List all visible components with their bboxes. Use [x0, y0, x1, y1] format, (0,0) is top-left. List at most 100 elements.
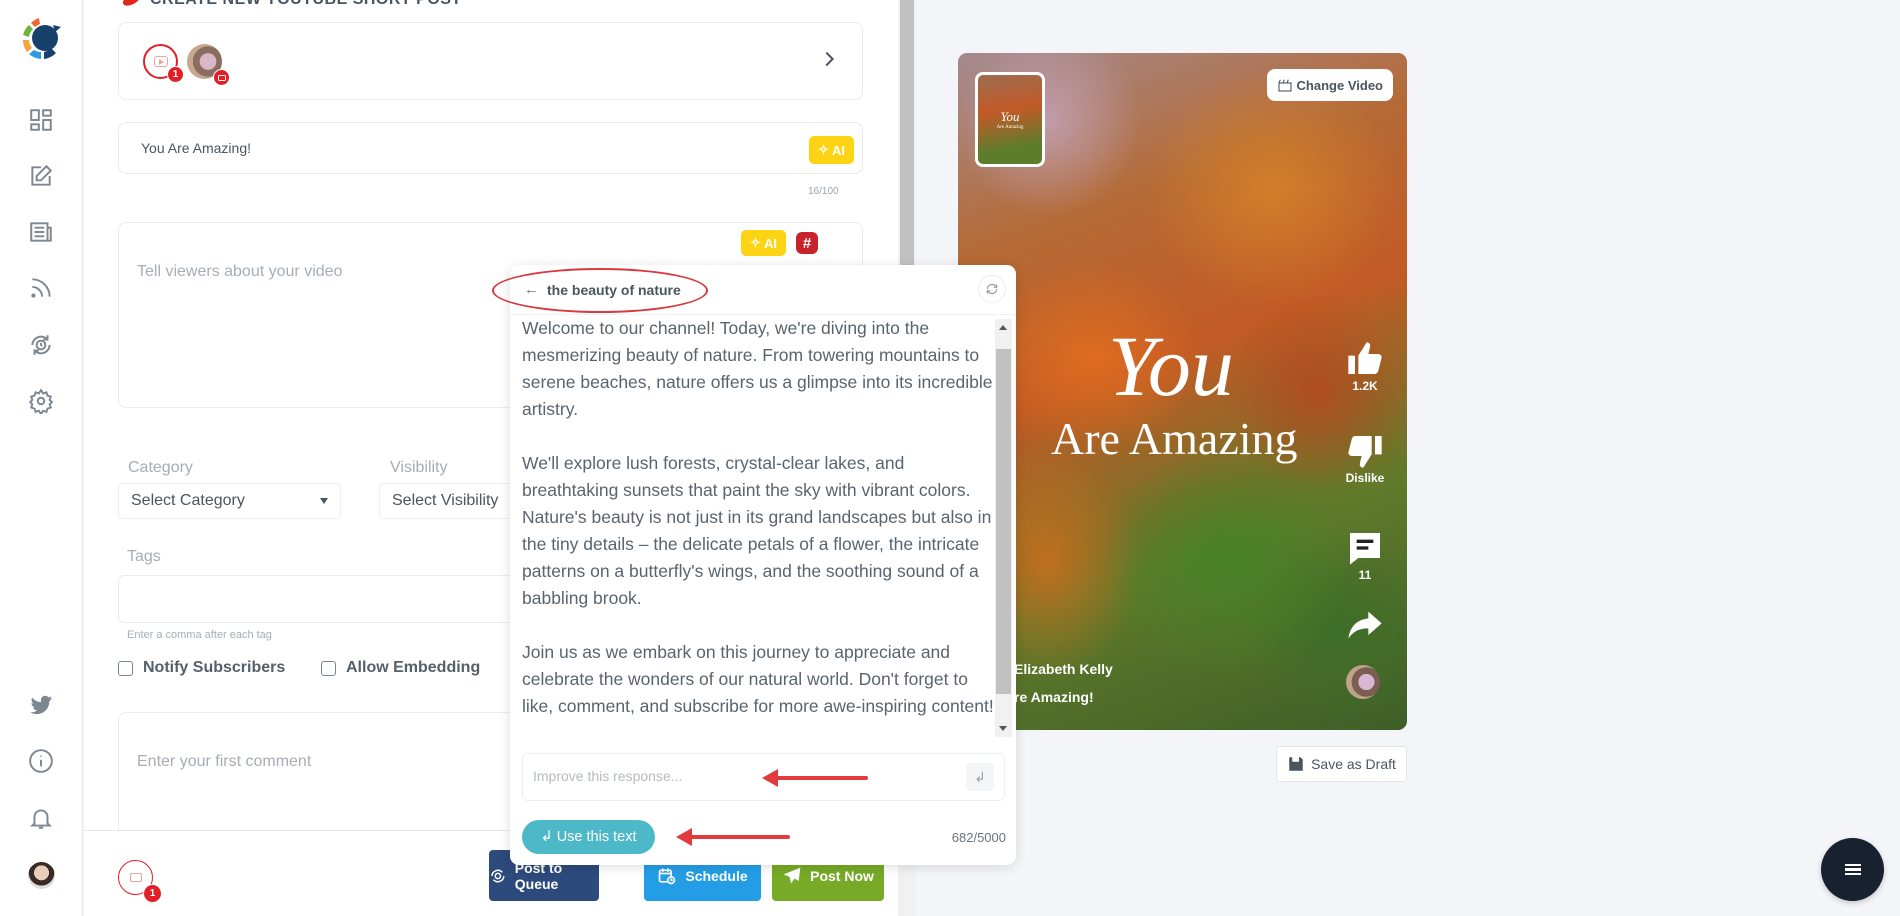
sidebar-item-twitter[interactable]: [26, 690, 56, 720]
popup-scrollbar[interactable]: [995, 319, 1012, 737]
tags-label: Tags: [127, 548, 161, 565]
ai-label: AI: [763, 235, 777, 251]
channel-name: Elizabeth Kelly: [1014, 661, 1113, 677]
allow-embedding-label: Allow Embedding: [346, 659, 481, 676]
paper-plane-icon: [783, 867, 801, 883]
thumbnail-line1: You: [1000, 109, 1020, 124]
description-ai-button[interactable]: ✧ AI: [741, 230, 786, 256]
submit-improve-button[interactable]: ↲: [966, 763, 994, 791]
youtube-badge-icon: [213, 69, 230, 86]
youtube-icon: [129, 873, 142, 882]
app-logo[interactable]: [17, 13, 65, 63]
dislike-label: Dislike: [1345, 471, 1385, 485]
overlay-title-line1: You: [1108, 318, 1234, 414]
like-action[interactable]: 1.2K: [1338, 339, 1392, 393]
video-caption: re Amazing!: [1014, 689, 1094, 705]
scroll-down-icon[interactable]: [999, 726, 1007, 731]
notify-subscribers-label: Notify Subscribers: [143, 659, 286, 676]
selected-count-badge: 1: [167, 66, 184, 83]
comment-icon: [1350, 533, 1380, 565]
sidebar-item-settings[interactable]: [26, 386, 56, 416]
sidebar: [0, 0, 83, 916]
youtube-account-group[interactable]: 1: [143, 44, 184, 83]
video-thumbnail[interactable]: You Are Amazing: [975, 72, 1045, 167]
topic-label: the beauty of nature: [547, 281, 681, 298]
caret-down-icon: [320, 498, 328, 504]
sparkle-icon: ✧: [750, 235, 761, 250]
checkbox-box[interactable]: [321, 660, 336, 676]
post-now-label: Post Now: [810, 867, 874, 884]
description-placeholder: Tell viewers about your video: [137, 263, 343, 280]
user-avatar[interactable]: [28, 862, 55, 889]
allow-embedding-checkbox[interactable]: Allow Embedding: [321, 659, 480, 677]
hamburger-icon: [1844, 862, 1861, 878]
generated-text[interactable]: Welcome to our channel! Today, we're div…: [522, 315, 997, 735]
first-comment-placeholder: Enter your first comment: [137, 753, 312, 770]
floppy-disk-icon: [1289, 757, 1303, 771]
hashtag-button[interactable]: #: [796, 232, 818, 254]
improve-response-field: ↲: [522, 753, 1005, 801]
thumbs-up-icon: [1348, 342, 1382, 374]
edit-icon: [31, 164, 53, 186]
twitter-icon: [30, 695, 52, 715]
sparkle-icon: ✧: [818, 142, 829, 157]
improve-response-input[interactable]: [533, 768, 933, 784]
generated-paragraph: Join us as we embark on this journey to …: [522, 642, 994, 716]
regenerate-button[interactable]: [978, 275, 1006, 303]
sidebar-item-schedule[interactable]: [26, 330, 56, 360]
category-label: Category: [128, 459, 193, 476]
save-as-draft-label: Save as Draft: [1311, 756, 1396, 772]
clock-sync-icon: [491, 869, 505, 882]
arrow-left-icon: ←: [524, 281, 539, 298]
title-char-counter: 16/100: [808, 186, 839, 197]
comment-count: 11: [1358, 568, 1372, 582]
sidebar-item-posts[interactable]: [26, 217, 56, 247]
clock-sync-icon: [31, 335, 51, 355]
sidebar-item-compose[interactable]: [26, 161, 56, 191]
chevron-right-icon[interactable]: [818, 48, 840, 70]
category-select[interactable]: Select Category: [118, 483, 341, 519]
info-icon: [29, 749, 53, 773]
short-preview: You Are Amazing Change Video You Are Ama…: [958, 53, 1407, 730]
visibility-label: Visibility: [390, 459, 448, 476]
title-input[interactable]: [141, 140, 721, 156]
bell-icon: [29, 809, 53, 829]
ai-label: AI: [831, 142, 845, 158]
visibility-value: Select Visibility: [392, 492, 499, 509]
share-icon: [1348, 611, 1382, 639]
checkbox-box[interactable]: [118, 660, 133, 676]
dashboard-icon: [30, 109, 52, 131]
enter-icon: ↲: [974, 768, 986, 785]
save-as-draft-button[interactable]: Save as Draft: [1276, 746, 1407, 782]
menu-fab-button[interactable]: [1821, 838, 1884, 901]
gear-icon: [28, 388, 54, 414]
account-avatar[interactable]: [187, 44, 230, 86]
scroll-up-icon[interactable]: [999, 325, 1007, 330]
popup-scrollbar-thumb[interactable]: [996, 349, 1011, 694]
clapperboard-icon: [1278, 79, 1292, 92]
use-this-text-button[interactable]: ↲ Use this text: [522, 820, 655, 854]
rss-icon: [31, 278, 51, 298]
queue-youtube-account[interactable]: 1: [118, 860, 162, 903]
category-value: Select Category: [131, 492, 245, 509]
calendar-clock-icon: [659, 868, 676, 884]
tags-input[interactable]: [118, 575, 538, 623]
sidebar-item-dashboard[interactable]: [26, 105, 56, 135]
back-to-topic-link[interactable]: ← the beauty of nature: [524, 281, 681, 298]
change-video-button[interactable]: Change Video: [1266, 69, 1393, 101]
like-count: 1.2K: [1352, 379, 1378, 393]
sidebar-item-feeds[interactable]: [26, 273, 56, 303]
sidebar-item-info[interactable]: [26, 746, 56, 776]
channel-avatar[interactable]: [1346, 665, 1380, 699]
sidebar-item-notifications[interactable]: [26, 803, 56, 833]
change-video-label: Change Video: [1296, 77, 1383, 93]
generated-paragraph: We'll explore lush forests, crystal-clea…: [522, 453, 992, 608]
notify-subscribers-checkbox[interactable]: Notify Subscribers: [118, 659, 285, 677]
generated-paragraph: Welcome to our channel! Today, we're div…: [522, 318, 993, 419]
dislike-action[interactable]: Dislike: [1338, 431, 1392, 485]
account-selector[interactable]: 1: [118, 22, 863, 100]
comments-action[interactable]: 11: [1338, 528, 1392, 582]
title-ai-button[interactable]: ✧ AI: [809, 136, 854, 164]
share-action[interactable]: [1338, 605, 1392, 645]
refresh-icon: [986, 284, 998, 294]
